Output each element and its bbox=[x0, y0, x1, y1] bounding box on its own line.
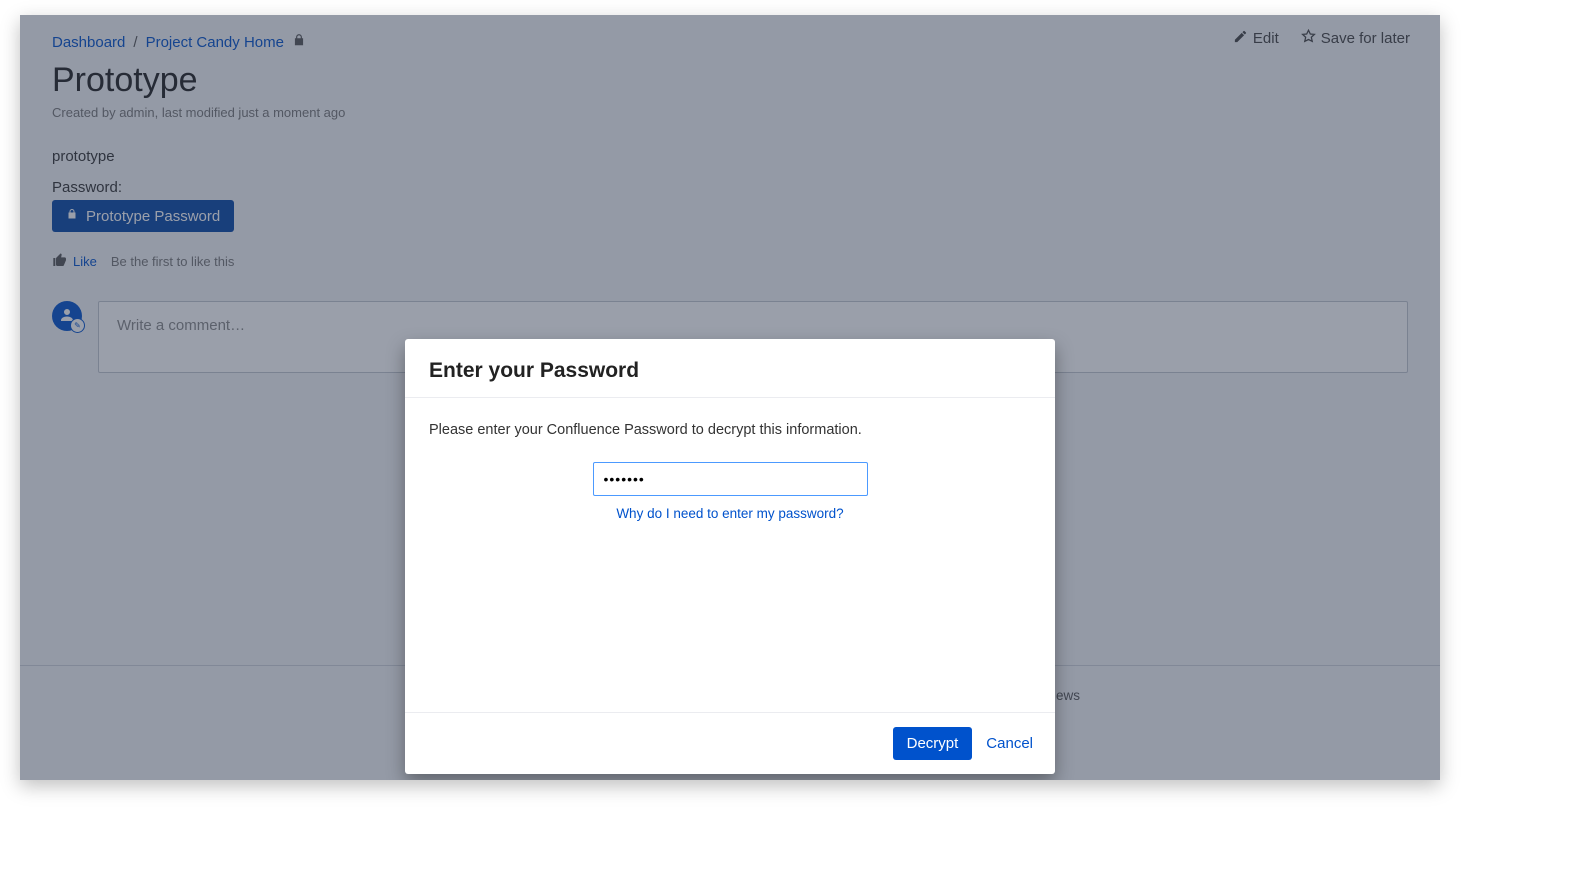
cancel-button[interactable]: Cancel bbox=[986, 735, 1033, 752]
password-help-link[interactable]: Why do I need to enter my password? bbox=[616, 506, 843, 521]
password-wrap: Why do I need to enter my password? bbox=[429, 462, 1031, 521]
modal-instruction: Please enter your Confluence Password to… bbox=[429, 422, 1031, 438]
password-input[interactable] bbox=[593, 462, 868, 496]
modal-title: Enter your Password bbox=[405, 339, 1055, 398]
modal-body: Please enter your Confluence Password to… bbox=[405, 398, 1055, 712]
password-modal: Enter your Password Please enter your Co… bbox=[405, 339, 1055, 774]
modal-footer: Decrypt Cancel bbox=[405, 712, 1055, 774]
app-frame: Dashboard / Project Candy Home Edit Save… bbox=[20, 15, 1440, 780]
decrypt-button[interactable]: Decrypt bbox=[893, 727, 973, 760]
